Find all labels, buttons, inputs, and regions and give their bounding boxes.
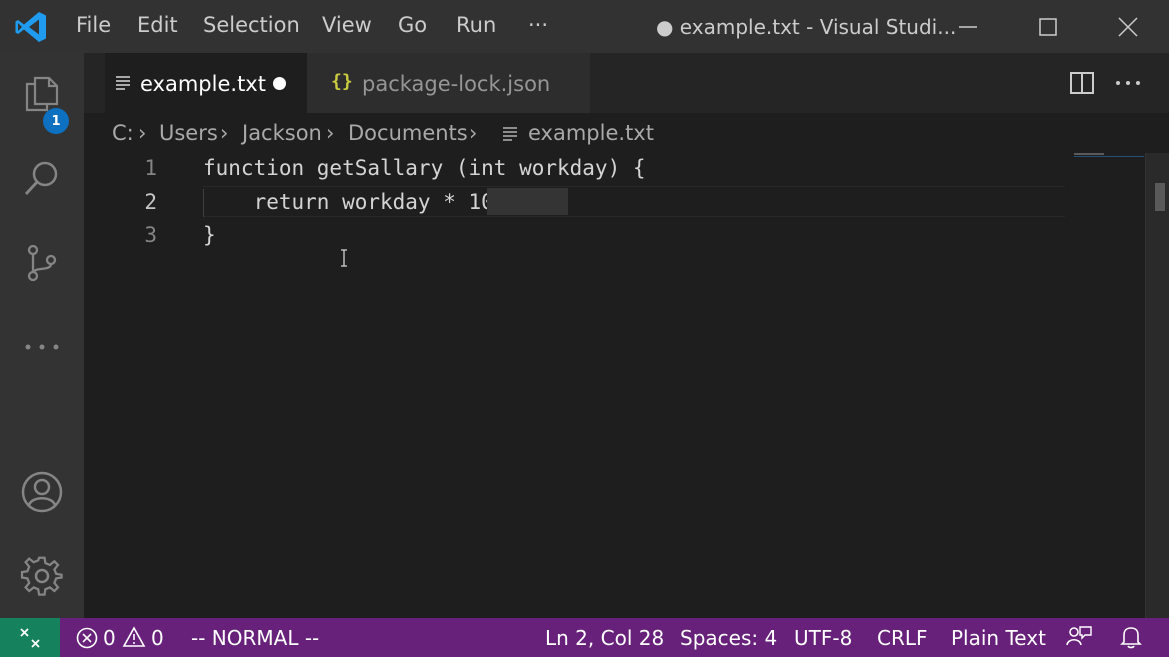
vscode-logo-icon — [15, 12, 46, 42]
menu-run[interactable]: Run — [456, 13, 496, 37]
gear-icon — [20, 556, 63, 596]
breadcrumb-item[interactable]: example.txt — [528, 121, 654, 145]
activity-bar: 1 — [0, 53, 84, 618]
accounts-button[interactable] — [0, 462, 84, 522]
menu-file[interactable]: File — [76, 13, 111, 37]
indent-guide — [203, 189, 204, 217]
minimap[interactable] — [1074, 153, 1104, 155]
json-file-icon: {} — [331, 71, 353, 92]
code-editor[interactable]: 1 2 3 function getSallary (int workday) … — [84, 153, 1169, 618]
minimize-button[interactable] — [938, 0, 998, 53]
breadcrumb-item[interactable]: C: — [112, 121, 134, 145]
code-line[interactable]: function getSallary (int workday) { — [203, 156, 646, 180]
remote-icon — [20, 627, 40, 648]
line-number: 1 — [144, 156, 157, 180]
editor-more-actions-button[interactable] — [1114, 69, 1142, 97]
error-count[interactable]: 0 — [103, 626, 116, 650]
menu-go[interactable]: Go — [398, 13, 427, 37]
warning-count[interactable]: 0 — [151, 626, 164, 650]
line-number: 3 — [144, 223, 157, 247]
close-button[interactable] — [1098, 0, 1158, 53]
minimap-viewport — [1074, 156, 1144, 157]
chevron-right-icon: › — [326, 121, 335, 145]
unsaved-dot-icon[interactable] — [273, 77, 286, 90]
menu-edit[interactable]: Edit — [137, 13, 178, 37]
tab-bar: example.txt {} package-lock.json — [84, 53, 1169, 113]
menu-view[interactable]: View — [322, 13, 372, 37]
breadcrumb: C: › Users › Jackson › Documents › examp… — [84, 113, 1169, 153]
chevron-right-icon: › — [138, 121, 147, 145]
end-of-line[interactable]: CRLF — [877, 626, 928, 650]
menu-selection[interactable]: Selection — [203, 13, 300, 37]
source-control-icon — [27, 244, 57, 282]
scrollbar-thumb[interactable] — [1155, 183, 1165, 211]
title-bar: File Edit Selection View Go Run ··· ● ex… — [0, 0, 1169, 53]
more-views-button[interactable] — [0, 317, 84, 377]
search-icon — [24, 161, 58, 195]
word-highlight — [487, 188, 568, 215]
tab-example-txt[interactable]: example.txt — [105, 53, 307, 113]
tab-package-lock-json[interactable]: {} package-lock.json — [307, 53, 590, 113]
line-number: 2 — [144, 190, 157, 214]
indentation[interactable]: Spaces: 4 — [680, 626, 777, 650]
breadcrumb-item[interactable]: Jackson — [242, 121, 322, 145]
source-control-button[interactable] — [0, 233, 84, 293]
explorer-badge: 1 — [43, 108, 69, 134]
bell-icon[interactable] — [1120, 625, 1142, 649]
settings-button[interactable] — [0, 546, 84, 606]
menu-more[interactable]: ··· — [528, 13, 548, 37]
tab-label: example.txt — [140, 72, 266, 96]
vertical-scrollbar[interactable] — [1145, 153, 1169, 618]
text-file-icon — [503, 127, 517, 141]
text-file-icon — [116, 76, 130, 90]
maximize-icon — [1039, 17, 1057, 36]
breadcrumb-item[interactable]: Documents — [348, 121, 468, 145]
close-icon — [1118, 16, 1138, 37]
explorer-button[interactable]: 1 — [0, 64, 84, 134]
code-line[interactable]: } — [203, 223, 216, 247]
split-editor-button[interactable] — [1068, 69, 1096, 97]
language-mode[interactable]: Plain Text — [951, 626, 1046, 650]
more-icon — [25, 344, 59, 350]
account-icon — [21, 471, 63, 513]
encoding[interactable]: UTF-8 — [794, 626, 852, 650]
text-cursor-icon — [341, 249, 347, 267]
remote-button[interactable] — [0, 618, 60, 657]
feedback-icon[interactable] — [1066, 625, 1092, 649]
status-bar: 0 0 -- NORMAL -- Ln 2, Col 28 Spaces: 4 … — [0, 618, 1169, 657]
vim-mode: -- NORMAL -- — [191, 626, 320, 650]
minimize-icon — [959, 25, 977, 28]
warning-icon[interactable] — [122, 626, 146, 648]
chevron-right-icon: › — [469, 121, 478, 145]
search-button[interactable] — [0, 148, 84, 208]
cursor-position[interactable]: Ln 2, Col 28 — [545, 626, 664, 650]
more-icon — [1116, 81, 1140, 85]
split-editor-icon — [1070, 72, 1094, 94]
maximize-button[interactable] — [1018, 0, 1078, 53]
error-icon[interactable] — [76, 627, 98, 649]
chevron-right-icon: › — [220, 121, 229, 145]
window-title: ● example.txt - Visual Studi... — [656, 15, 957, 39]
tab-label: package-lock.json — [362, 72, 551, 96]
breadcrumb-item[interactable]: Users — [159, 121, 218, 145]
